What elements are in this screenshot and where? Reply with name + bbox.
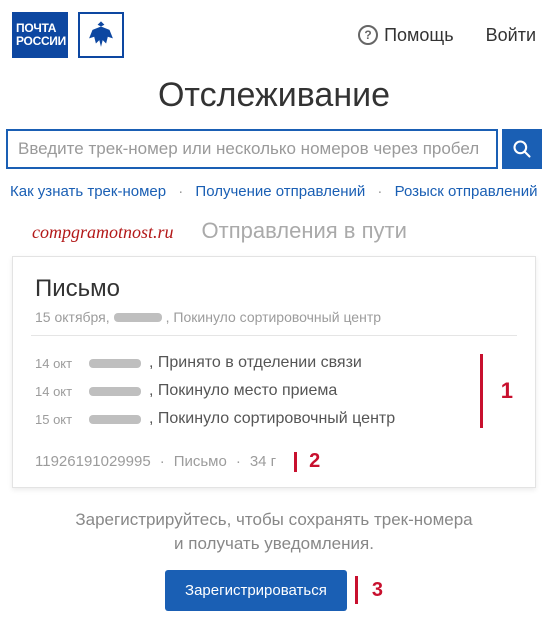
subnav: Как узнать трек-номер · Получение отправ… bbox=[0, 183, 548, 218]
card-title: Письмо bbox=[35, 275, 513, 303]
in-transit-label: Отправления в пути bbox=[202, 218, 407, 244]
header: ПОЧТА РОССИИ ? Помощь Войти bbox=[0, 0, 548, 66]
shipment-type: Письмо bbox=[174, 453, 227, 470]
divider bbox=[31, 335, 517, 336]
event-date: 14 окт bbox=[35, 384, 81, 399]
subnav-receiving[interactable]: Получение отправлений bbox=[195, 183, 365, 200]
cta-text: Зарегистрируйтесь, чтобы сохранять трек-… bbox=[0, 498, 548, 570]
subnav-search-lost[interactable]: Розыск отправлений bbox=[395, 183, 538, 200]
event-status: , Покинуло место приема bbox=[149, 382, 337, 400]
cta-line1: Зарегистрируйтесь, чтобы сохранять трек-… bbox=[75, 510, 472, 529]
annotation-bar-1 bbox=[480, 354, 483, 428]
annotation-3: 3 bbox=[372, 579, 383, 602]
redacted-location bbox=[89, 387, 141, 396]
annotation-1: 1 bbox=[501, 378, 513, 404]
card-subtitle: 15 октября, , Покинуло сортировочный цен… bbox=[35, 309, 513, 325]
event-row: 15 окт , Покинуло сортировочный центр bbox=[35, 410, 468, 428]
track-search-input[interactable] bbox=[6, 129, 498, 169]
redacted-location bbox=[89, 359, 141, 368]
cta-row: Зарегистрироваться 3 bbox=[0, 570, 548, 629]
event-status: , Покинуло сортировочный центр bbox=[149, 410, 395, 428]
event-row: 14 окт , Принято в отделении связи bbox=[35, 354, 468, 372]
search-row bbox=[0, 129, 548, 169]
annotation-bar-2 bbox=[294, 452, 297, 472]
event-date: 14 окт bbox=[35, 356, 81, 371]
tracking-card[interactable]: Письмо 15 октября, , Покинуло сортировоч… bbox=[12, 256, 536, 488]
redacted-location bbox=[89, 415, 141, 424]
annotation-bar-3 bbox=[355, 576, 358, 604]
search-button[interactable] bbox=[502, 129, 542, 169]
subtitle-status: , Покинуло сортировочный центр bbox=[166, 309, 381, 325]
shipment-weight: 34 г bbox=[250, 453, 276, 470]
event-status: , Принято в отделении связи bbox=[149, 354, 362, 372]
help-link[interactable]: ? Помощь bbox=[358, 25, 454, 46]
watermark-row: compgramotnost.ru Отправления в пути bbox=[0, 218, 548, 256]
redacted-location bbox=[114, 313, 162, 322]
event-block: 14 окт , Принято в отделении связи 14 ок… bbox=[35, 354, 513, 428]
separator: · bbox=[178, 183, 183, 200]
event-row: 14 окт , Покинуло место приема bbox=[35, 382, 468, 400]
cta-line2: и получать уведомления. bbox=[174, 534, 374, 553]
page-title: Отслеживание bbox=[0, 76, 548, 115]
separator: · bbox=[377, 183, 382, 200]
event-date: 15 окт bbox=[35, 412, 81, 427]
card-footer: 11926191029995 · Письмо · 34 г 2 bbox=[35, 450, 513, 473]
logo-line2: РОССИИ bbox=[16, 35, 68, 48]
logo-emblem[interactable] bbox=[78, 12, 124, 58]
register-button[interactable]: Зарегистрироваться bbox=[165, 570, 347, 611]
help-label: Помощь bbox=[384, 25, 454, 46]
watermark: compgramotnost.ru bbox=[32, 222, 174, 243]
logo-text[interactable]: ПОЧТА РОССИИ bbox=[12, 12, 68, 58]
login-link[interactable]: Войти bbox=[486, 25, 536, 46]
separator: · bbox=[160, 453, 165, 470]
separator: · bbox=[236, 453, 241, 470]
help-icon: ? bbox=[358, 25, 378, 45]
subtitle-date: 15 октября, bbox=[35, 309, 110, 325]
events-list: 14 окт , Принято в отделении связи 14 ок… bbox=[35, 354, 468, 428]
subnav-how-to[interactable]: Как узнать трек-номер bbox=[10, 183, 166, 200]
eagle-icon bbox=[84, 18, 118, 52]
annotation-2: 2 bbox=[309, 450, 320, 473]
track-number: 11926191029995 bbox=[35, 453, 151, 470]
search-icon bbox=[512, 139, 532, 159]
